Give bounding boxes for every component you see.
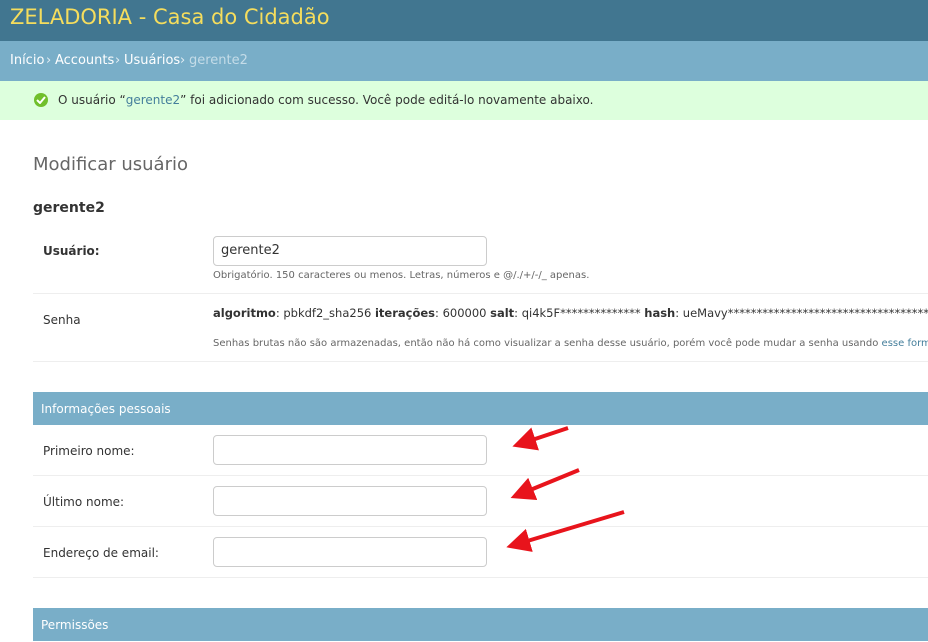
permissions-header: Permissões (33, 608, 928, 641)
email-label: Endereço de email: (43, 546, 159, 560)
password-label: Senha (43, 313, 81, 327)
object-name: gerente2 (33, 200, 105, 216)
row-divider (33, 293, 928, 294)
first-name-label: Primeiro nome: (43, 444, 135, 458)
row-divider (33, 475, 928, 476)
page-title: Modificar usuário (33, 154, 188, 175)
first-name-input[interactable] (213, 435, 487, 465)
breadcrumb-separator: › (115, 53, 121, 68)
change-password-link[interactable]: esse form (882, 338, 928, 349)
breadcrumb-separator: › (46, 53, 52, 68)
message-text: O usuário “gerente2” foi adicionado com … (58, 93, 594, 107)
arrow-first-name (512, 426, 569, 451)
last-name-input[interactable] (213, 486, 487, 516)
username-label: Usuário: (43, 244, 100, 258)
success-message: O usuário “gerente2” foi adicionado com … (0, 81, 928, 120)
username-help: Obrigatório. 150 caracteres ou menos. Le… (213, 270, 590, 281)
arrow-email (506, 510, 625, 552)
breadcrumb: Início › Accounts › Usuários › gerente2 (0, 41, 928, 81)
breadcrumb-users-link[interactable]: Usuários (124, 53, 180, 68)
personal-info-header: Informações pessoais (33, 392, 928, 425)
breadcrumb-current: gerente2 (189, 53, 248, 68)
arrow-last-name (510, 468, 580, 501)
check-circle-icon (34, 93, 48, 107)
site-header: ZELADORIA - Casa do Cidadão (0, 0, 928, 41)
row-divider (33, 361, 928, 362)
email-input[interactable] (213, 537, 487, 567)
message-user-link[interactable]: gerente2 (126, 93, 180, 107)
password-help: Senhas brutas não são armazenadas, então… (213, 338, 928, 349)
site-title[interactable]: ZELADORIA - Casa do Cidadão (10, 5, 330, 29)
breadcrumb-home-link[interactable]: Início (10, 53, 44, 68)
row-divider (33, 577, 928, 578)
username-input[interactable]: gerente2 (213, 236, 487, 266)
password-summary: algoritmo: pbkdf2_sha256 iterações: 6000… (213, 306, 928, 320)
breadcrumb-accounts-link[interactable]: Accounts (55, 53, 114, 68)
breadcrumb-separator: › (180, 53, 186, 68)
row-divider (33, 526, 928, 527)
last-name-label: Último nome: (43, 495, 125, 509)
